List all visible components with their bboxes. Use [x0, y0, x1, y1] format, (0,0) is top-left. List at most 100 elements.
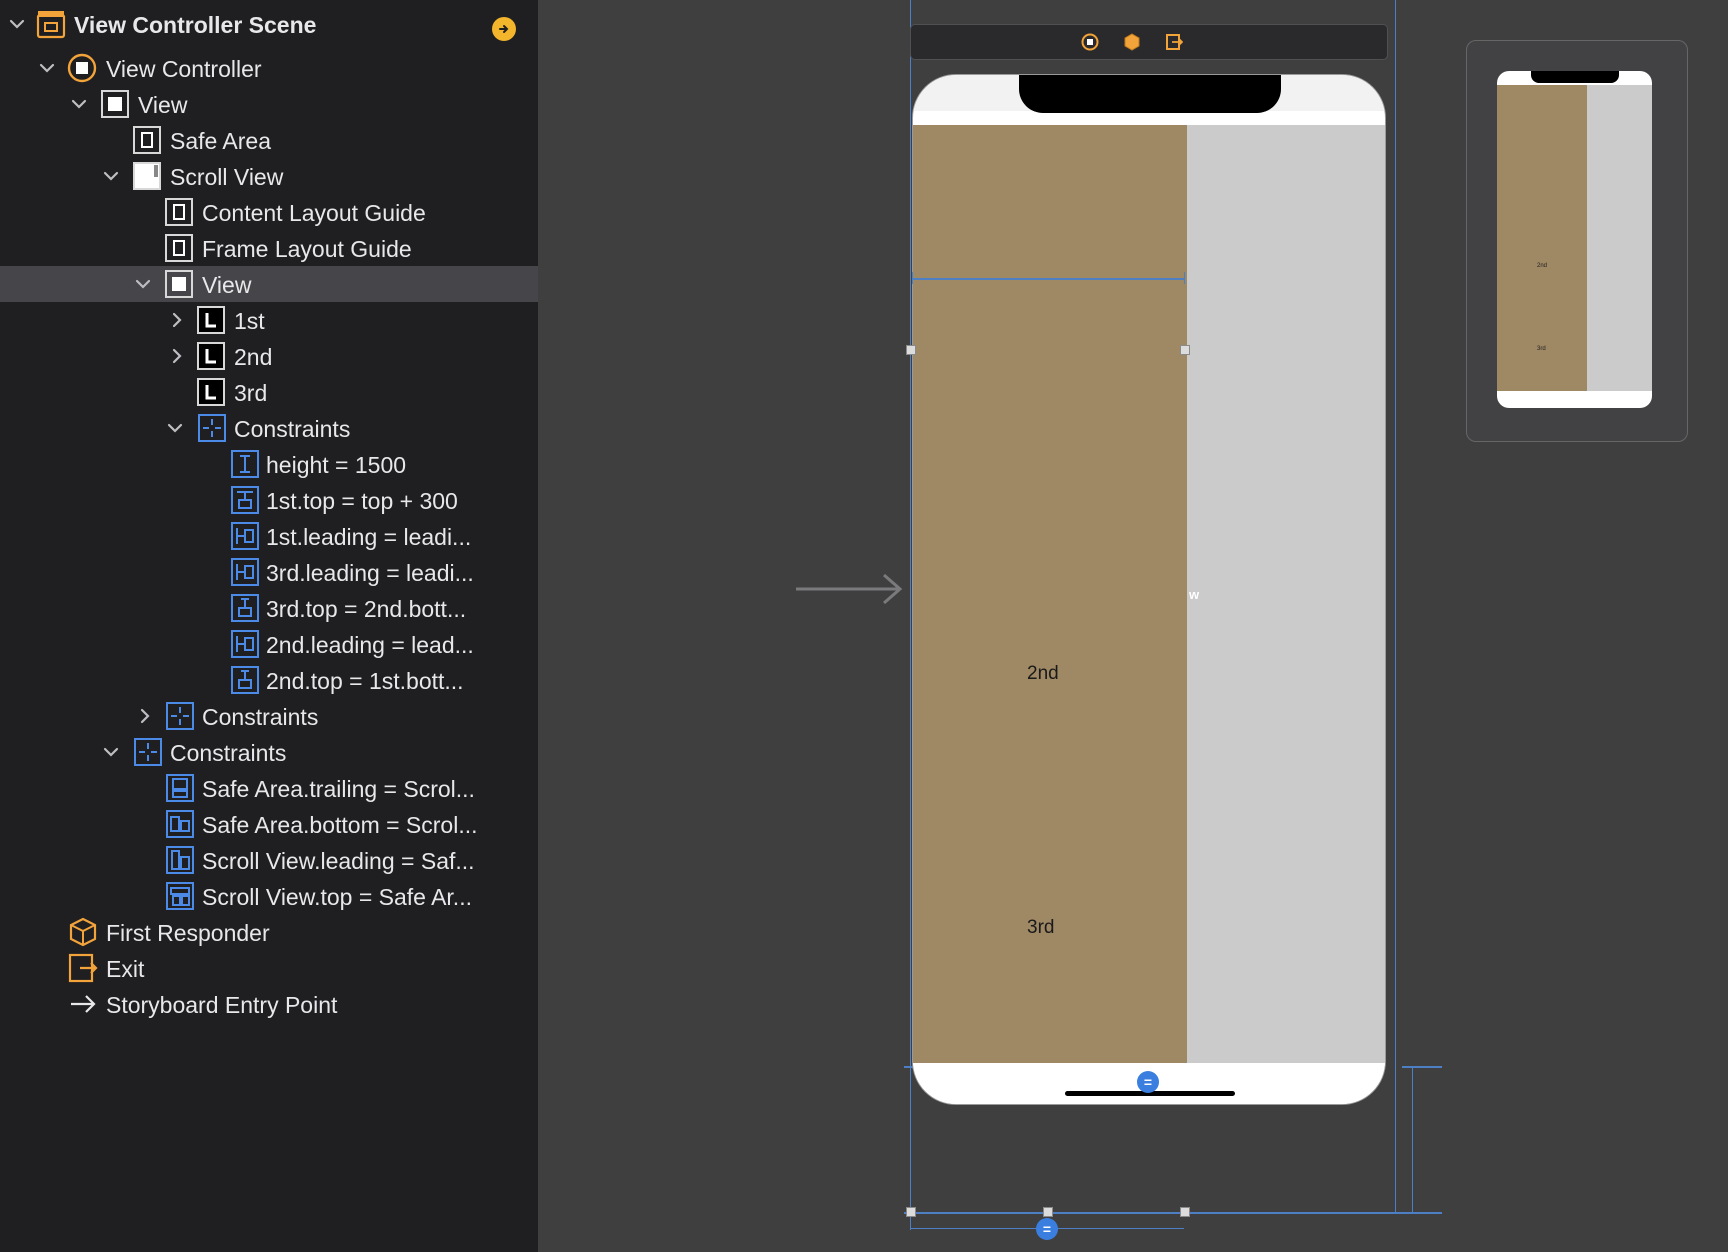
equal-constraint-badge[interactable]: =: [1137, 1071, 1159, 1093]
view-controller-icon: [67, 53, 97, 83]
outline-row-label: Constraints: [234, 416, 351, 442]
storyboard-canvas[interactable]: 2nd 3rd w = = 2nd 3rd: [538, 0, 1728, 1252]
outline-row-label: 2nd: [234, 344, 273, 370]
outline-row-exit[interactable]: Exit: [0, 950, 538, 986]
trailing-constraint-icon: [165, 773, 195, 803]
outline-row-label: Safe Area: [170, 128, 272, 154]
outline-row-label-3rd[interactable]: 3rd: [0, 374, 538, 410]
outline-row-constraint-safe-area-bottom[interactable]: Safe Area.bottom = Scrol...: [0, 806, 538, 842]
leading-constraint-icon: [230, 521, 260, 551]
exit-icon[interactable]: [1165, 33, 1183, 51]
first-responder-icon: [68, 917, 98, 947]
constraints-icon: [197, 413, 227, 443]
outline-row-constraint-3rd-leading[interactable]: 3rd.leading = leadi...: [0, 554, 538, 590]
outline-row-label: Safe Area.bottom = Scrol...: [202, 812, 478, 838]
outline-row-constraints-scroll[interactable]: Constraints: [0, 698, 538, 734]
outline-row-scroll-view[interactable]: Scroll View: [0, 158, 538, 194]
outline-row-label: Storyboard Entry Point: [106, 992, 338, 1018]
chevron-down-icon[interactable]: [100, 165, 122, 187]
top-constraint-icon: [230, 485, 260, 515]
chevron-right-icon[interactable]: [166, 309, 188, 331]
label-2nd[interactable]: 2nd: [1027, 663, 1059, 685]
arrow-circle-right-icon[interactable]: [492, 17, 516, 41]
label-w-marker: w: [1189, 587, 1200, 602]
leading-constraint-icon: [165, 845, 195, 875]
outline-row-storyboard-entry-point[interactable]: Storyboard Entry Point: [0, 986, 538, 1022]
arrow-right-icon: [68, 989, 98, 1019]
selection-line-right: [1395, 0, 1396, 1214]
outline-row-label: Frame Layout Guide: [202, 236, 412, 262]
outline-row-constraint-scroll-view-top[interactable]: Scroll View.top = Safe Ar...: [0, 878, 538, 914]
outline-row-constraint-2nd-leading[interactable]: 2nd.leading = lead...: [0, 626, 538, 662]
chevron-right-icon[interactable]: [134, 705, 156, 727]
chevron-down-icon[interactable]: [164, 417, 186, 439]
outline-row-label: 3rd.leading = leadi...: [266, 560, 474, 586]
outline-row-label-2nd[interactable]: 2nd: [0, 338, 538, 374]
outline-row-frame-layout-guide[interactable]: Frame Layout Guide: [0, 230, 538, 266]
outline-row-view-controller-scene[interactable]: View Controller Scene: [0, 6, 538, 42]
minimap[interactable]: 2nd 3rd: [1466, 40, 1688, 442]
outline-row-label: Constraints: [202, 704, 319, 730]
outline-row-constraint-1st-top[interactable]: 1st.top = top + 300: [0, 482, 538, 518]
vertical-spacing-icon: [230, 665, 260, 695]
chevron-down-icon[interactable]: [100, 741, 122, 763]
outline-row-label: Constraints: [170, 740, 287, 766]
outline-row-constraints-view[interactable]: Constraints: [0, 734, 538, 770]
label-3rd[interactable]: 3rd: [1027, 917, 1054, 939]
outline-row-label: 3rd: [234, 380, 268, 406]
equal-width-badge[interactable]: =: [1036, 1218, 1058, 1240]
outline-row-label: Scroll View: [170, 164, 284, 190]
view-icon: [164, 269, 194, 299]
minimap-label-3rd: 3rd: [1537, 346, 1546, 352]
outline-row-constraint-safe-area-trailing[interactable]: Safe Area.trailing = Scrol...: [0, 770, 538, 806]
minimap-device: 2nd 3rd: [1497, 71, 1652, 408]
chevron-down-icon[interactable]: [6, 13, 28, 35]
view-controller-icon[interactable]: [1081, 33, 1099, 51]
outline-row-content-view[interactable]: View: [0, 266, 538, 302]
outline-row-label: Scroll View.leading = Saf...: [202, 848, 475, 874]
label-icon: [196, 377, 226, 407]
outline-row-constraint-1st-leading[interactable]: 1st.leading = leadi...: [0, 518, 538, 554]
chevron-right-icon[interactable]: [166, 345, 188, 367]
selection-line-base: [904, 1212, 1442, 1214]
outline-row-label: Content Layout Guide: [202, 200, 426, 226]
scroll-view-icon: [132, 161, 162, 191]
top-constraint-icon: [165, 881, 195, 911]
outline-row-constraints-content[interactable]: Constraints: [0, 410, 538, 446]
resize-handle-bottom-left[interactable]: [906, 1207, 916, 1217]
outline-row-label-1st[interactable]: 1st: [0, 302, 538, 338]
outline-row-view-controller[interactable]: View Controller: [0, 50, 538, 86]
chevron-down-icon[interactable]: [68, 93, 90, 115]
outline-row-safe-area[interactable]: Safe Area: [0, 122, 538, 158]
constraints-icon: [133, 737, 163, 767]
label-icon: [196, 305, 226, 335]
outline-row-label: View: [202, 272, 252, 298]
scene-icon: [36, 9, 66, 39]
resize-handle-bottom-right[interactable]: [1180, 1207, 1190, 1217]
resize-handle-left[interactable]: [906, 345, 916, 355]
first-responder-icon[interactable]: [1123, 33, 1141, 51]
outline-row-constraint-scroll-view-leading[interactable]: Scroll View.leading = Saf...: [0, 842, 538, 878]
entry-point-arrow[interactable]: [794, 572, 906, 606]
view-icon: [100, 89, 130, 119]
resize-handle-right[interactable]: [1180, 345, 1190, 355]
outline-row-first-responder[interactable]: First Responder: [0, 914, 538, 950]
outline-row-label: Exit: [106, 956, 145, 982]
outline-row-view[interactable]: View: [0, 86, 538, 122]
device-frame[interactable]: 2nd 3rd w: [912, 74, 1386, 1105]
outline-row-label: View Controller: [106, 56, 262, 82]
outline-row-content-layout-guide[interactable]: Content Layout Guide: [0, 194, 538, 230]
outline-row-constraint-3rd-top[interactable]: 3rd.top = 2nd.bott...: [0, 590, 538, 626]
chevron-down-icon[interactable]: [36, 57, 58, 79]
top-constraint-cap-right: [1184, 272, 1185, 284]
outline-row-constraint-height[interactable]: height = 1500: [0, 446, 538, 482]
chevron-down-icon[interactable]: [132, 273, 154, 295]
selection-line-bottom-marker: [1402, 1066, 1442, 1068]
resize-handle-bottom-center[interactable]: [1043, 1207, 1053, 1217]
outline-row-label: height = 1500: [266, 452, 407, 478]
outline-row-constraint-2nd-top[interactable]: 2nd.top = 1st.bott...: [0, 662, 538, 698]
exit-icon: [68, 953, 98, 983]
layout-guide-icon: [164, 233, 194, 263]
layout-guide-icon: [164, 197, 194, 227]
outline-row-label: First Responder: [106, 920, 270, 946]
